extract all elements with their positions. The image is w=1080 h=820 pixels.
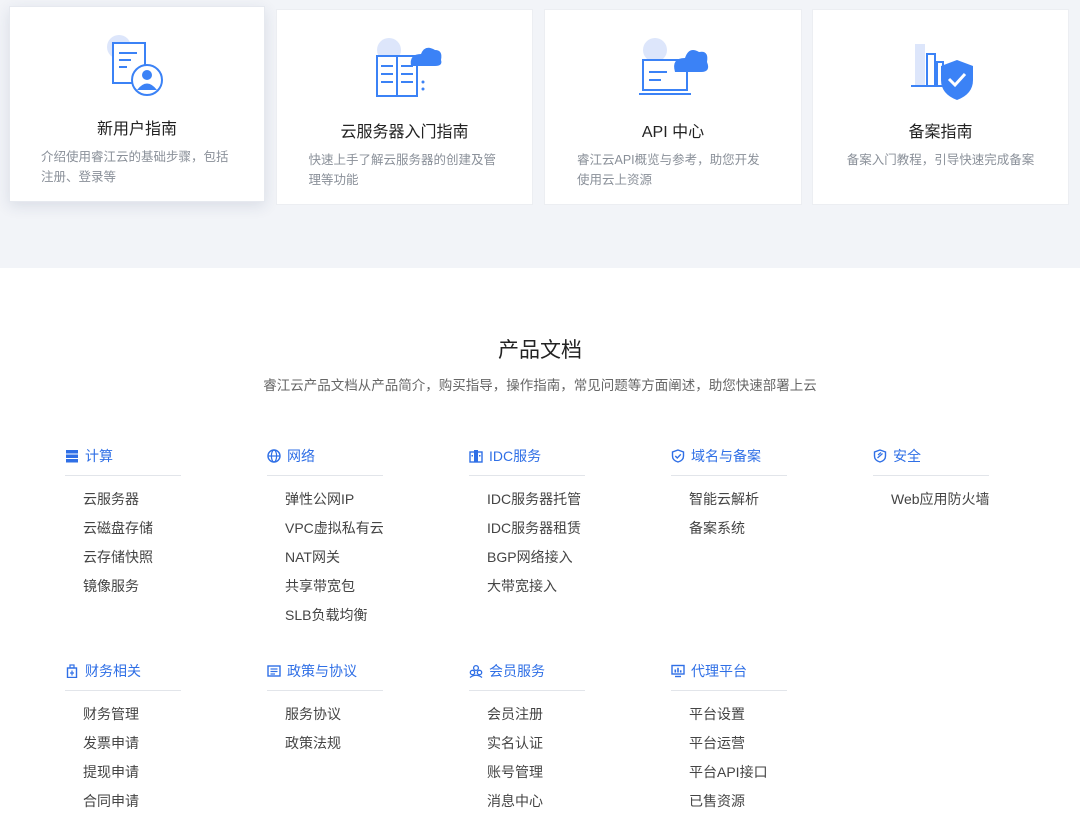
category-title: 政策与协议 [287, 662, 357, 679]
category-network: 网络 弹性公网IP VPC虚拟私有云 NAT网关 共享带宽包 SLB负载均衡 [267, 444, 384, 633]
members-icon [469, 664, 483, 678]
category-security: 安全 Web应用防火墙 [873, 444, 990, 517]
category-header[interactable]: 会员服务 [469, 659, 585, 691]
category-title: 安全 [893, 447, 921, 464]
category-header[interactable]: 域名与备案 [671, 444, 787, 476]
category-members: 会员服务 会员注册 实名认证 账号管理 消息中心 [469, 659, 585, 819]
doc-link[interactable]: 备案系统 [671, 517, 787, 546]
category-policy: 政策与协议 服务协议 政策法规 [267, 659, 383, 761]
globe-icon [267, 448, 281, 463]
category-agent-platform: 代理平台 平台设置 平台运营 平台API接口 已售资源 [671, 659, 787, 819]
card-description: 睿江云API概览与参考，助您开发使用云上资源 [577, 153, 760, 187]
doc-link[interactable]: 会员注册 [469, 703, 585, 732]
doc-link[interactable]: 已售资源 [671, 790, 787, 819]
card-cloud-server-guide[interactable]: 云服务器入门指南 快速上手了解云服务器的创建及管理等功能 [276, 9, 533, 205]
doc-link[interactable]: 云磁盘存储 [65, 517, 181, 546]
doc-link[interactable]: IDC服务器租赁 [469, 517, 585, 546]
document-icon [267, 664, 281, 677]
doc-link[interactable]: 共享带宽包 [267, 575, 383, 604]
cloud-server-icon [375, 38, 441, 97]
doc-link[interactable]: 消息中心 [469, 790, 585, 819]
doc-link[interactable]: 弹性公网IP [267, 488, 383, 517]
card-description: 介绍使用睿江云的基础步骤，包括注册、登录等 [41, 150, 229, 184]
category-title: IDC服务 [489, 447, 542, 464]
card-title: API 中心 [641, 124, 705, 141]
category-idc: IDC服务 IDC服务器托管 IDC服务器租赁 BGP网络接入 大带宽接入 [469, 444, 585, 604]
doc-link[interactable]: VPC虚拟私有云 [267, 517, 384, 546]
doc-link[interactable]: 镜像服务 [65, 575, 181, 604]
category-title: 网络 [287, 447, 315, 464]
section-title: 产品文档 [498, 339, 582, 362]
section-subtitle: 睿江云产品文档从产品简介，购买指导，操作指南，常见问题等方面阐述，助您快速部署上… [263, 378, 817, 393]
doc-link[interactable]: 政策法规 [267, 732, 383, 761]
doc-link[interactable]: 大带宽接入 [469, 575, 585, 604]
api-cloud-icon [639, 38, 709, 95]
category-finance: 财务相关 财务管理 发票申请 提现申请 合同申请 [65, 659, 181, 819]
doc-link[interactable]: 智能云解析 [671, 488, 787, 517]
category-header[interactable]: 计算 [65, 444, 181, 476]
category-title: 计算 [85, 447, 113, 464]
doc-link[interactable]: Web应用防火墙 [873, 488, 990, 517]
doc-link[interactable]: 平台API接口 [671, 761, 787, 790]
category-title: 代理平台 [691, 662, 747, 679]
category-title: 域名与备案 [691, 447, 761, 464]
category-compute: 计算 云服务器 云磁盘存储 云存储快照 镜像服务 [65, 444, 181, 604]
category-header[interactable]: 代理平台 [671, 659, 787, 691]
category-header[interactable]: 网络 [267, 444, 383, 476]
doc-link[interactable]: 云服务器 [65, 488, 181, 517]
security-icon [873, 448, 887, 463]
doc-link[interactable]: 财务管理 [65, 703, 181, 732]
category-header[interactable]: 安全 [873, 444, 989, 476]
card-api-center[interactable]: API 中心 睿江云API概览与参考，助您开发使用云上资源 [544, 9, 802, 205]
doc-link[interactable]: 实名认证 [469, 732, 585, 761]
doc-link[interactable]: 提现申请 [65, 761, 181, 790]
category-header[interactable]: 政策与协议 [267, 659, 383, 691]
doc-link[interactable]: NAT网关 [267, 546, 383, 575]
card-description: 快速上手了解云服务器的创建及管理等功能 [308, 153, 497, 187]
card-title: 备案指南 [908, 124, 973, 141]
doc-link[interactable]: BGP网络接入 [469, 546, 585, 575]
shield-check-icon [910, 44, 973, 100]
building-icon [469, 449, 483, 463]
doc-link[interactable]: 发票申请 [65, 732, 181, 761]
card-title: 云服务器入门指南 [340, 124, 469, 141]
guide-band: 新用户指南 介绍使用睿江云的基础步骤，包括注册、登录等 云服务器入门指南 快速上… [0, 0, 1080, 268]
shield-icon [671, 448, 685, 463]
doc-link[interactable]: 账号管理 [469, 761, 585, 790]
doc-link[interactable]: 平台设置 [671, 703, 787, 732]
card-description: 备案入门教程，引导快速完成备案 [846, 153, 1035, 167]
category-header[interactable]: 财务相关 [65, 659, 181, 691]
card-title: 新用户指南 [96, 121, 177, 138]
doc-link[interactable]: IDC服务器托管 [469, 488, 585, 517]
doc-link[interactable]: 云存储快照 [65, 546, 181, 575]
doc-link[interactable]: 合同申请 [65, 790, 181, 819]
category-domain-filing: 域名与备案 智能云解析 备案系统 [671, 444, 787, 546]
finance-icon [66, 663, 78, 678]
category-title: 财务相关 [85, 662, 141, 679]
doc-link[interactable]: 平台运营 [671, 732, 787, 761]
monitor-icon [671, 664, 685, 677]
card-new-user-guide[interactable]: 新用户指南 介绍使用睿江云的基础步骤，包括注册、登录等 [9, 6, 265, 202]
category-title: 会员服务 [489, 662, 545, 679]
user-guide-icon [107, 35, 163, 96]
doc-link[interactable]: 服务协议 [267, 703, 383, 732]
server-icon [66, 449, 78, 462]
doc-link[interactable]: SLB负载均衡 [267, 604, 383, 633]
category-header[interactable]: IDC服务 [469, 444, 585, 476]
card-filing-guide[interactable]: 备案指南 备案入门教程，引导快速完成备案 [812, 9, 1069, 205]
